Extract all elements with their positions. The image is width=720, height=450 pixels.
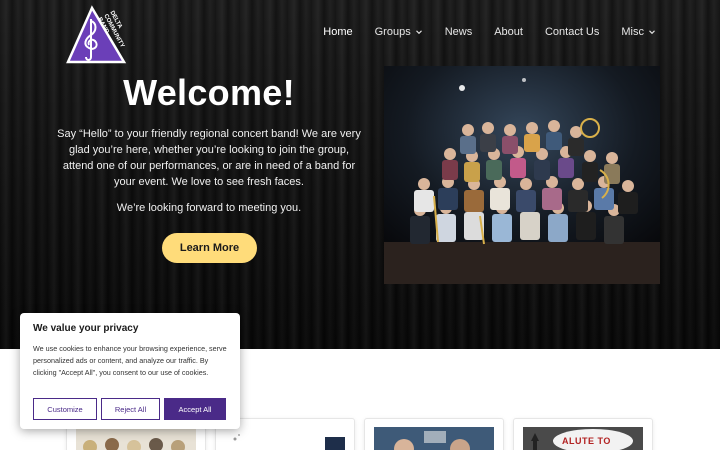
cookie-text: We use cookies to enhance your browsing …	[33, 344, 227, 377]
news-card-2-image	[225, 427, 345, 450]
cookie-accept-button[interactable]: Accept All	[164, 398, 226, 420]
nav-groups-label: Groups	[374, 26, 411, 38]
chevron-down-icon	[649, 30, 655, 35]
band-photo-illustration	[384, 66, 660, 284]
news-card-1-image	[76, 427, 196, 450]
cookie-title: We value your privacy	[33, 323, 139, 334]
nav-contact-label: Contact Us	[544, 26, 600, 38]
hero-paragraph-2: We’re looking forward to meeting you.	[116, 202, 302, 214]
nav-contact[interactable]: Contact Us	[545, 26, 599, 38]
hero-title: Welcome!	[123, 72, 295, 113]
nav-about[interactable]: About	[494, 26, 523, 38]
news-card-3[interactable]	[364, 418, 504, 450]
cookie-consent-banner: We value your privacy We use cookies to …	[20, 313, 240, 429]
news-card-3-image	[374, 427, 494, 450]
nav-groups[interactable]: Groups	[375, 26, 423, 38]
site-logo[interactable]: DELTA COMMUNITY BAND	[64, 5, 128, 67]
nav-home[interactable]: Home	[323, 26, 352, 38]
news-card-4-text: ALUTE TO	[562, 436, 611, 446]
news-card-4[interactable]: ALUTE TO	[513, 418, 653, 450]
nav-news[interactable]: News	[445, 26, 473, 38]
nav-news-label: News	[444, 26, 473, 38]
hero-section: DELTA COMMUNITY BAND Home Groups News Ab…	[0, 0, 720, 349]
hero-paragraph: Say “Hello” to your friendly regional co…	[57, 128, 361, 188]
chevron-down-icon	[415, 30, 422, 35]
nav-home-label: Home	[323, 26, 353, 38]
band-group-photo	[384, 66, 660, 284]
learn-more-button[interactable]: Learn More	[162, 233, 257, 263]
nav-misc[interactable]: Misc	[621, 26, 656, 38]
nav-misc-label: Misc	[621, 26, 644, 38]
main-nav: Home Groups News About Contact Us Misc	[323, 26, 656, 38]
cookie-customize-button[interactable]: Customize	[33, 398, 97, 420]
cookie-buttons: Customize Reject All Accept All	[33, 398, 226, 420]
cookie-reject-button[interactable]: Reject All	[101, 398, 160, 420]
nav-about-label: About	[494, 26, 523, 38]
logo-graphic: DELTA COMMUNITY BAND	[66, 5, 127, 64]
